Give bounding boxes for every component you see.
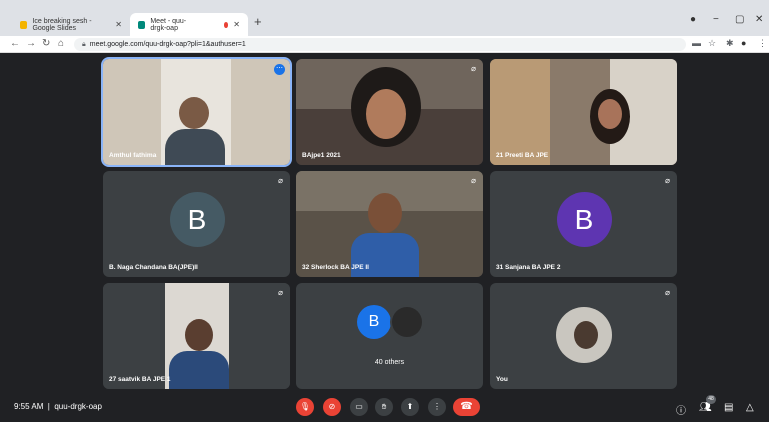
participant-tile[interactable]: ⌀ 32 Sherlock BA JPE II [296,171,483,277]
participant-tile[interactable]: ⌀ BAjpe1 2021 [296,59,483,165]
avatar: B [169,192,225,247]
extensions-icon[interactable]: ✱ [726,38,734,49]
browser-toolbar: ← → ↻ ⌂ 🔒︎ meet.google.com/quu-drgk-oap?p… [0,36,769,53]
others-tile[interactable]: B 40 others [296,283,483,389]
profile-icon[interactable]: ● [741,38,746,48]
others-count: 40 others [374,359,405,366]
forward-icon[interactable]: → [26,38,36,49]
participant-name: 27 saatvik BA JPE 1 [109,376,171,383]
participant-video [103,283,290,389]
leave-call-button[interactable]: ☎︎ [453,398,480,416]
menu-icon[interactable]: ⋮ [758,38,767,49]
raise-hand-button[interactable]: ✋︎ [375,398,393,416]
address-bar[interactable]: 🔒︎ meet.google.com/quu-drgk-oap?pli=1&aut… [74,38,686,51]
back-icon[interactable]: ← [10,38,20,49]
muted-icon: ⌀ [665,176,670,185]
more-options-icon[interactable]: ⋯ [274,64,285,75]
clock: 9:55 AM [14,402,44,411]
new-tab-icon[interactable]: + [254,14,262,29]
participant-video [296,59,483,165]
tab-slides[interactable]: Ice breaking sesh - Google Slides ✕ [12,13,130,36]
camera-toggle-button[interactable]: ⊘ [323,398,341,416]
star-icon[interactable]: ☆ [708,38,716,49]
tab-title: Ice breaking sesh - Google Slides [32,17,92,32]
meeting-code: quu-drgk-oap [54,402,102,411]
muted-icon: ⌀ [471,176,476,185]
maximize-icon[interactable]: ▢ [735,14,744,25]
activities-icon[interactable]: △ [746,402,754,413]
participant-name: BAjpe1 2021 [302,152,341,159]
muted-icon: ⌀ [471,64,476,73]
tab-title: Meet - quu-drgk-oap [150,17,187,32]
present-button[interactable]: ⬆ [401,398,419,416]
muted-icon: ⌀ [278,288,283,297]
participant-tile[interactable]: ⋯ Amthul fathima [101,57,292,167]
muted-icon: ⌀ [665,288,670,297]
participant-name: 31 Sanjana BA JPE 2 [496,264,561,271]
window-close-icon[interactable]: ✕ [755,14,763,25]
meet-window: ⋯ Amthul fathima ⌀ BAjpe1 2021 21 Preeti… [0,53,769,422]
participant-name: You [496,376,508,383]
chat-icon[interactable]: ▤ [724,402,733,413]
camera-icon[interactable]: ▬ [692,38,701,48]
slides-icon [20,20,28,29]
participant-video [103,59,290,165]
more-options-button[interactable]: ⋮ [428,398,446,416]
muted-icon: ⌀ [278,176,283,185]
recording-icon [223,21,229,28]
close-icon[interactable]: ✕ [115,20,122,29]
avatar: B [357,305,391,339]
participant-tile[interactable]: ⌀ B 31 Sanjana BA JPE 2 [490,171,677,277]
url-text: meet.google.com/quu-drgk-oap?pli=1&authu… [89,41,246,48]
participant-tile[interactable]: ⌀ 27 saatvik BA JPE 1 [103,283,290,389]
mic-toggle-button[interactable]: 🎙︎ [296,398,314,416]
avatar [556,307,612,363]
participant-count-badge: 48 [706,395,716,404]
participant-video [490,59,677,165]
meeting-controls-bar: 9:55 AM | quu-drgk-oap 🎙︎ ⊘ ▭ ✋︎ ⬆ ⋮ ☎︎ … [0,391,769,422]
minimize-icon[interactable]: − [713,14,719,25]
avatar: B [556,192,612,247]
browser-tab-strip: Ice breaking sesh - Google Slides ✕ Meet… [0,0,769,36]
meet-icon [138,20,146,29]
participant-name: Amthul fathima [109,152,157,159]
participant-tile[interactable]: ⌀ B B. Naga Chandana BA(JPE)II [103,171,290,277]
tab-meet[interactable]: Meet - quu-drgk-oap ✕ [130,13,248,36]
self-tile[interactable]: ⌀ You [490,283,677,389]
close-icon[interactable]: ✕ [233,20,240,29]
participant-name: 21 Preeti BA JPE [496,152,549,159]
avatar [390,305,424,339]
lock-icon: 🔒︎ [82,41,86,48]
meeting-info: 9:55 AM | quu-drgk-oap [14,402,102,411]
participant-video [296,171,483,277]
reload-icon[interactable]: ↻ [42,38,50,49]
participant-name: B. Naga Chandana BA(JPE)II [109,264,198,271]
participant-name: 32 Sherlock BA JPE II [302,264,369,271]
record-indicator-icon: ● [690,14,697,25]
info-icon[interactable]: ⓘ [676,402,686,417]
captions-button[interactable]: ▭ [350,398,368,416]
home-icon[interactable]: ⌂ [58,38,64,49]
participant-tile[interactable]: 21 Preeti BA JPE [490,59,677,165]
